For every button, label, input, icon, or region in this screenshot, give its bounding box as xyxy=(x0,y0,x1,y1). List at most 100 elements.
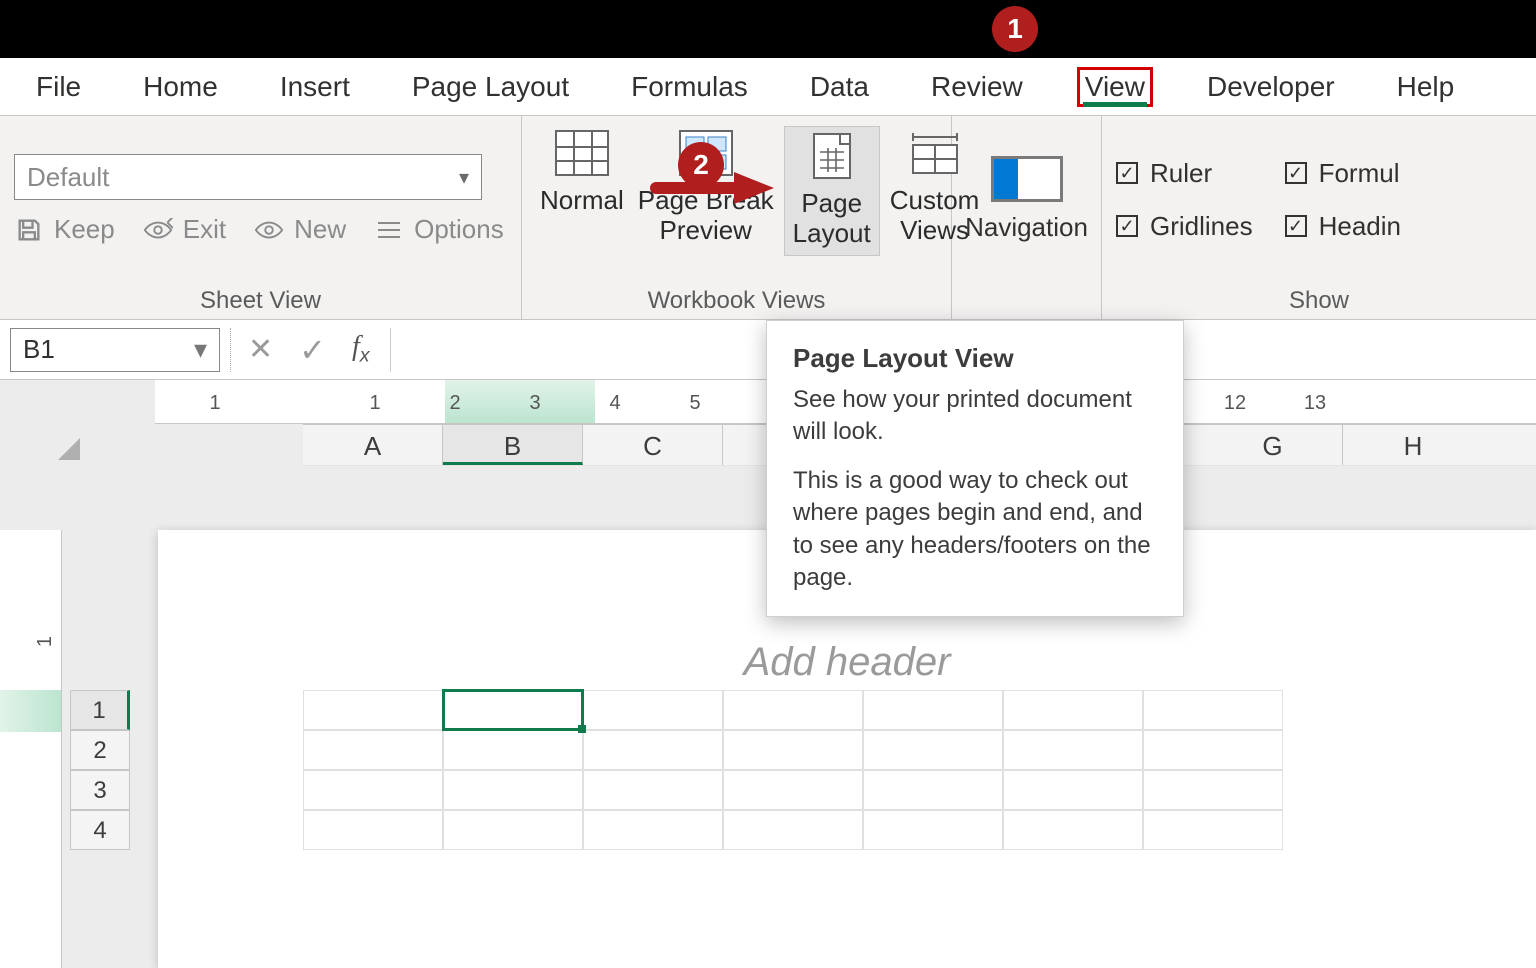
column-header-c[interactable]: C xyxy=(583,425,723,465)
cell-c4[interactable] xyxy=(583,810,723,850)
cell-b2[interactable] xyxy=(443,730,583,770)
gridlines-checkbox[interactable]: ✓ Gridlines xyxy=(1116,211,1253,242)
normal-view-button[interactable]: Normal xyxy=(536,126,628,246)
ruler-mark: 3 xyxy=(529,392,540,415)
vruler-mark: 1 xyxy=(34,636,57,647)
eye-new-icon xyxy=(254,215,284,245)
tab-insert[interactable]: Insert xyxy=(272,67,358,107)
title-bar xyxy=(0,0,1536,58)
cell-a2[interactable] xyxy=(303,730,443,770)
cell-a4[interactable] xyxy=(303,810,443,850)
cell-f3[interactable] xyxy=(1003,770,1143,810)
cell-b3[interactable] xyxy=(443,770,583,810)
keep-label: Keep xyxy=(54,214,115,245)
cell-d1[interactable] xyxy=(723,690,863,730)
row-headers: 1 2 3 4 xyxy=(70,690,130,850)
tab-view[interactable]: View xyxy=(1077,67,1153,107)
save-icon xyxy=(14,215,44,245)
cell-d2[interactable] xyxy=(723,730,863,770)
group-label-navigation-empty xyxy=(966,283,1087,319)
row-header-1[interactable]: 1 xyxy=(70,690,130,730)
options-button[interactable]: Options xyxy=(374,214,504,245)
cell-g3[interactable] xyxy=(1143,770,1283,810)
navigation-icon xyxy=(991,156,1063,202)
ruler-checkbox[interactable]: ✓Ruler xyxy=(1116,158,1253,189)
enter-icon[interactable]: ✓ xyxy=(299,331,326,369)
page-break-label-2: Preview xyxy=(659,216,751,246)
cell-d3[interactable] xyxy=(723,770,863,810)
gridlines-label: Gridlines xyxy=(1150,211,1253,242)
navigation-button[interactable]: Navigation xyxy=(965,156,1088,243)
cell-c2[interactable] xyxy=(583,730,723,770)
cell-f4[interactable] xyxy=(1003,810,1143,850)
chevron-down-icon: ▾ xyxy=(194,334,207,365)
cell-a3[interactable] xyxy=(303,770,443,810)
cell-f1[interactable] xyxy=(1003,690,1143,730)
cell-f2[interactable] xyxy=(1003,730,1143,770)
new-label: New xyxy=(294,214,346,245)
column-header-h[interactable]: H xyxy=(1343,425,1483,465)
headings-label: Headin xyxy=(1319,211,1401,242)
cell-e2[interactable] xyxy=(863,730,1003,770)
name-box[interactable]: B1 ▾ xyxy=(10,328,220,372)
cell-g4[interactable] xyxy=(1143,810,1283,850)
tooltip-line-1: See how your printed document will look. xyxy=(793,384,1157,449)
ruler-mark: 13 xyxy=(1304,392,1326,415)
navigation-label: Navigation xyxy=(965,212,1088,243)
add-header-placeholder[interactable]: Add header xyxy=(158,640,1536,685)
fx-icon[interactable]: fx xyxy=(352,331,370,368)
cell-c3[interactable] xyxy=(583,770,723,810)
cell-c1[interactable] xyxy=(583,690,723,730)
vertical-ruler[interactable]: 1 xyxy=(0,530,62,968)
group-navigation: Navigation xyxy=(952,116,1102,319)
tab-developer[interactable]: Developer xyxy=(1199,67,1343,107)
row-header-4[interactable]: 4 xyxy=(70,810,130,850)
group-sheet-view: Default ▾ Keep Exit xyxy=(0,116,522,319)
cell-e3[interactable] xyxy=(863,770,1003,810)
name-box-value: B1 xyxy=(23,334,55,365)
ruler-mark: 5 xyxy=(689,392,700,415)
row-header-2[interactable]: 2 xyxy=(70,730,130,770)
column-header-g[interactable]: G xyxy=(1203,425,1343,465)
new-button[interactable]: New xyxy=(254,214,346,245)
tab-review[interactable]: Review xyxy=(923,67,1031,107)
chevron-down-icon: ▾ xyxy=(459,165,469,190)
page-layout-view-button[interactable]: Page Layout xyxy=(784,126,880,256)
page-layout-icon xyxy=(800,129,864,183)
cell-a1[interactable] xyxy=(303,690,443,730)
cell-d4[interactable] xyxy=(723,810,863,850)
cancel-icon[interactable]: ✕ xyxy=(248,332,273,367)
cell-g1[interactable] xyxy=(1143,690,1283,730)
formula-bar-checkbox[interactable]: ✓Formul xyxy=(1285,158,1401,189)
column-header-b[interactable]: B xyxy=(443,425,583,465)
group-label-sheet-view: Sheet View xyxy=(14,283,507,319)
group-workbook-views: Normal Page Break Preview Page Layout xyxy=(522,116,952,319)
tab-file[interactable]: File xyxy=(28,67,89,107)
select-all-triangle[interactable] xyxy=(0,424,88,466)
cell-grid[interactable] xyxy=(303,690,1283,850)
column-header-a[interactable]: A xyxy=(303,425,443,465)
tab-page-layout[interactable]: Page Layout xyxy=(404,67,577,107)
ribbon-tabs: File Home Insert Page Layout Formulas Da… xyxy=(0,58,1536,116)
cell-g2[interactable] xyxy=(1143,730,1283,770)
tooltip-title: Page Layout View xyxy=(793,343,1157,374)
cell-b4[interactable] xyxy=(443,810,583,850)
ribbon: Default ▾ Keep Exit xyxy=(0,116,1536,320)
tab-formulas[interactable]: Formulas xyxy=(623,67,756,107)
cell-b1[interactable] xyxy=(443,690,583,730)
cell-e1[interactable] xyxy=(863,690,1003,730)
options-label: Options xyxy=(414,214,504,245)
tab-help[interactable]: Help xyxy=(1389,67,1463,107)
checkmark-icon: ✓ xyxy=(1116,215,1138,237)
tooltip-line-2: This is a good way to check out where pa… xyxy=(793,465,1157,595)
keep-button[interactable]: Keep xyxy=(14,214,115,245)
row-header-3[interactable]: 3 xyxy=(70,770,130,810)
page-layout-label-2: Layout xyxy=(793,219,871,249)
group-label-workbook-views: Workbook Views xyxy=(536,283,937,319)
headings-checkbox[interactable]: ✓Headin xyxy=(1285,211,1401,242)
sheet-view-selector[interactable]: Default ▾ xyxy=(14,154,482,200)
exit-button[interactable]: Exit xyxy=(143,214,226,245)
tab-home[interactable]: Home xyxy=(135,67,226,107)
cell-e4[interactable] xyxy=(863,810,1003,850)
tab-data[interactable]: Data xyxy=(802,67,877,107)
